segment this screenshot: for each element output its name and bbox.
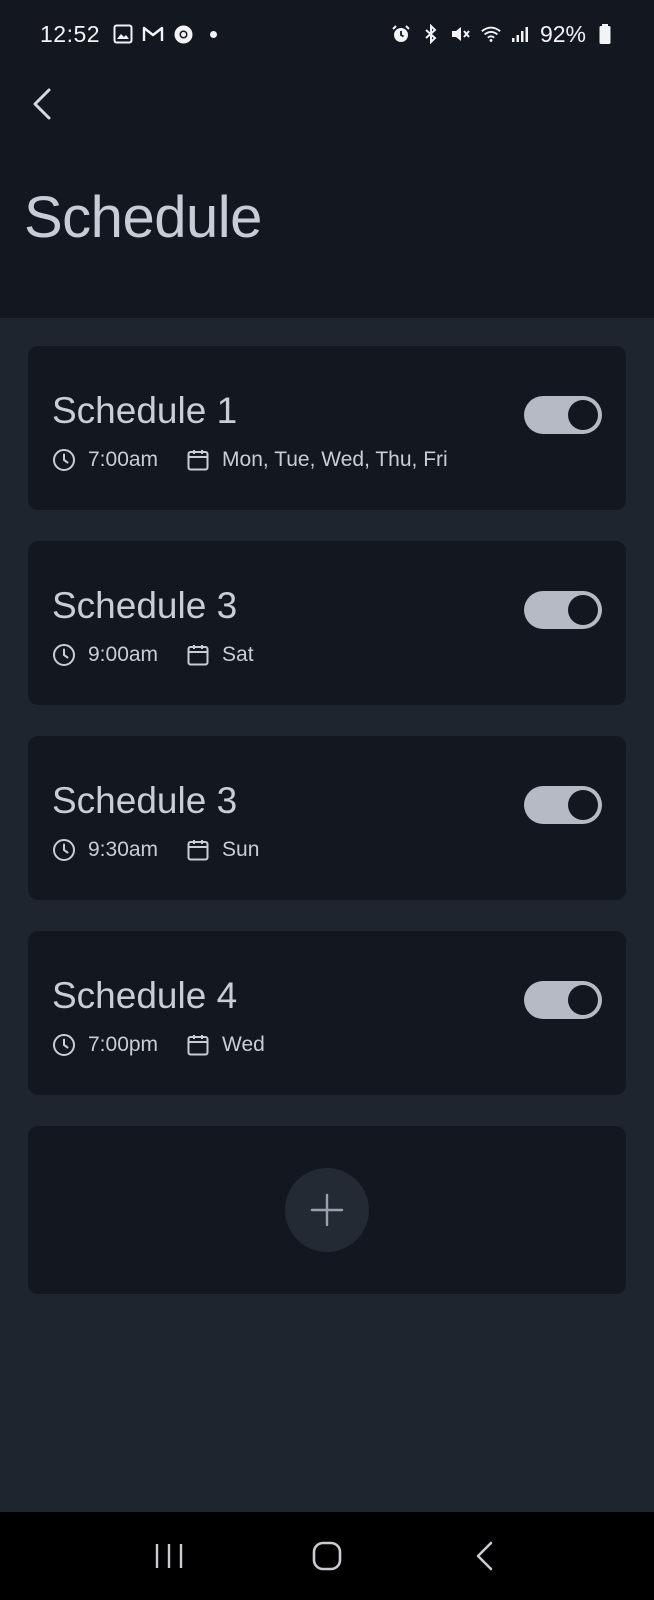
schedule-list: Schedule 1 7:00am Mon, Tue, Wed, Thu, Fr… [28, 346, 626, 1294]
gallery-icon [112, 23, 134, 45]
schedule-meta: 9:30am Sun [52, 838, 287, 862]
schedule-days: Wed [186, 1033, 265, 1057]
schedule-days: Mon, Tue, Wed, Thu, Fri [186, 448, 448, 472]
wifi-icon [480, 23, 502, 45]
gmail-icon [142, 23, 164, 45]
schedule-time: 9:00am [52, 643, 158, 667]
toggle-knob [568, 400, 598, 430]
mute-icon [450, 23, 472, 45]
schedule-name: Schedule 4 [52, 975, 238, 1016]
back-button[interactable] [20, 82, 64, 126]
schedule-name: Schedule 1 [52, 390, 238, 431]
schedule-days-text: Sun [222, 838, 260, 861]
schedule-time-text: 9:00am [88, 643, 159, 666]
status-left: 12:52 [40, 20, 218, 48]
schedule-name: Schedule 3 [52, 780, 238, 821]
clock-icon [52, 838, 76, 862]
calendar-icon [186, 838, 210, 862]
schedule-time: 7:00am [52, 448, 158, 472]
schedule-card[interactable]: Schedule 4 7:00pm Wed [28, 931, 626, 1095]
schedule-time: 7:00pm [52, 1033, 158, 1057]
alarm-icon [390, 23, 412, 45]
status-time: 12:52 [40, 20, 101, 47]
nav-back-button[interactable] [455, 1526, 515, 1586]
navigation-bar [0, 1512, 654, 1600]
plus-icon [310, 1193, 344, 1227]
toggle-knob [568, 985, 598, 1015]
chevron-left-icon [33, 88, 51, 120]
bluetooth-icon [420, 23, 442, 45]
calendar-icon [186, 643, 210, 667]
schedule-meta: 7:00pm Wed [52, 1033, 293, 1057]
schedule-days-text: Mon, Tue, Wed, Thu, Fri [222, 448, 448, 471]
battery-icon [594, 23, 616, 45]
schedule-days: Sun [186, 838, 259, 862]
schedule-screen: 12:52 92% Schedule Schedule 1 7:00am Mon… [0, 0, 654, 1600]
back-arrow-icon [476, 1541, 493, 1571]
toggle-knob [568, 595, 598, 625]
calendar-icon [186, 1033, 210, 1057]
home-button[interactable] [297, 1526, 357, 1586]
schedule-time-text: 7:00pm [88, 1033, 159, 1056]
clock-icon [52, 643, 76, 667]
add-schedule-button[interactable] [285, 1168, 369, 1252]
clock-icon [52, 448, 76, 472]
schedule-time: 9:30am [52, 838, 158, 862]
schedule-days-text: Sat [222, 643, 254, 666]
add-schedule-card [28, 1126, 626, 1294]
schedule-time-text: 9:30am [88, 838, 159, 861]
status-right: 92% [390, 21, 616, 48]
home-icon [312, 1541, 342, 1571]
schedule-toggle[interactable] [524, 981, 602, 1019]
notification-dot [210, 30, 218, 38]
chrome-icon [172, 23, 194, 45]
recents-icon [155, 1544, 183, 1568]
battery-percent: 92% [539, 20, 586, 47]
signal-icon [510, 23, 532, 45]
schedule-meta: 7:00am Mon, Tue, Wed, Thu, Fri [52, 448, 476, 472]
schedule-days-text: Wed [222, 1033, 265, 1056]
schedule-toggle[interactable] [524, 786, 602, 824]
schedule-toggle[interactable] [524, 591, 602, 629]
page-title: Schedule [24, 185, 262, 250]
schedule-days: Sat [186, 643, 254, 667]
recent-apps-button[interactable] [139, 1526, 199, 1586]
schedule-card[interactable]: Schedule 3 9:00am Sat [28, 541, 626, 705]
header: 12:52 92% Schedule [0, 0, 654, 318]
schedule-name: Schedule 3 [52, 585, 238, 626]
status-bar: 12:52 92% [0, 16, 654, 52]
schedule-time-text: 7:00am [88, 448, 159, 471]
toggle-knob [568, 790, 598, 820]
schedule-meta: 9:00am Sat [52, 643, 282, 667]
clock-icon [52, 1033, 76, 1057]
schedule-card[interactable]: Schedule 1 7:00am Mon, Tue, Wed, Thu, Fr… [28, 346, 626, 510]
schedule-toggle[interactable] [524, 396, 602, 434]
schedule-card[interactable]: Schedule 3 9:30am Sun [28, 736, 626, 900]
calendar-icon [186, 448, 210, 472]
